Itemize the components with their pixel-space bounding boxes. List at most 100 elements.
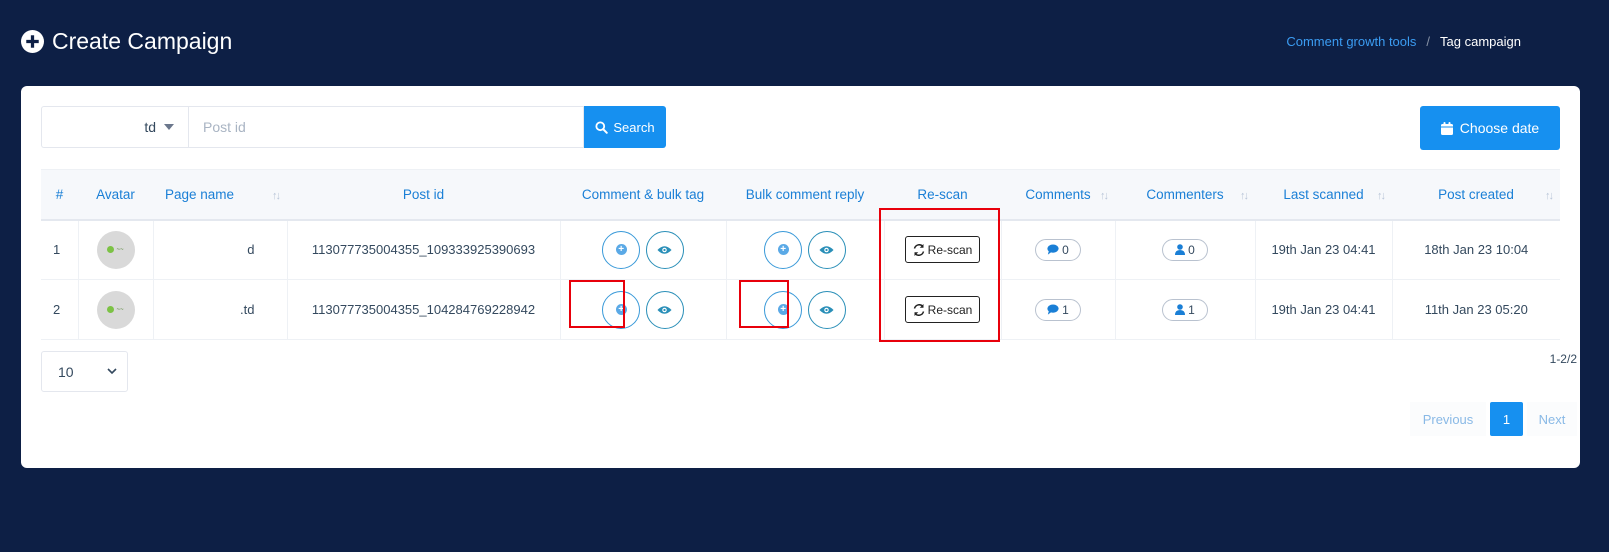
add-comment-reply-button[interactable]: + [764, 230, 803, 269]
plus-icon: + [777, 244, 789, 256]
comment-bulk-tag-cell: + [560, 219, 727, 280]
plus-icon: + [615, 304, 627, 315]
pagination-previous[interactable]: Previous [1410, 402, 1486, 436]
comments-cell: 1 [1001, 279, 1116, 340]
add-bulk-tag-button[interactable]: + [602, 230, 641, 269]
column-header-bulk-comment-reply: Bulk comment reply [726, 169, 884, 221]
range-info: 1-2/2 [1549, 352, 1577, 366]
bulk-comment-reply-cell: + [726, 279, 885, 340]
toolbar: td Search Choose date [41, 106, 1560, 150]
view-comment-reply-button[interactable] [807, 230, 846, 269]
sort-icon[interactable]: ↑↓ [1377, 190, 1386, 202]
search-button[interactable]: Search [584, 106, 666, 148]
page-name-cell: d [153, 219, 288, 280]
bulk-comment-reply-cell: + [726, 219, 885, 280]
user-icon [1175, 244, 1186, 256]
eye-icon [819, 246, 834, 254]
column-header-index: # [41, 169, 78, 221]
logo-dot-icon [107, 306, 115, 313]
avatar-cell: ~~ [78, 279, 154, 340]
post-id: 113077735004355_104284769228942 [287, 279, 561, 340]
view-bulk-tag-button[interactable] [645, 230, 684, 269]
breadcrumb-separator: / [1426, 34, 1431, 49]
commenters-cell: 1 [1115, 279, 1256, 340]
plus-icon: + [777, 304, 789, 315]
breadcrumb: Comment growth tools / Tag campaign [1286, 34, 1521, 49]
sort-icon[interactable]: ↑↓ [272, 190, 281, 202]
pagination-next[interactable]: Next [1527, 402, 1577, 436]
eye-icon [657, 246, 672, 254]
pagination: Previous 1 Next [1410, 402, 1577, 436]
page-header: Create Campaign Comment growth tools / T… [0, 0, 1609, 86]
table-row: 2 ~~ .td 113077735004355_104284769228942… [41, 279, 1560, 340]
avatar: ~~ [96, 290, 135, 329]
user-icon [1175, 304, 1186, 315]
rescan-cell: Re-scan [884, 219, 1002, 280]
comments-count-badge[interactable]: 1 [1035, 298, 1081, 321]
comments-count: 0 [1062, 242, 1069, 257]
eye-icon [657, 305, 672, 314]
post-created: 11th Jan 23 05:20 [1392, 279, 1560, 340]
chevron-down-icon [107, 368, 117, 375]
column-header-rescan: Re-scan [884, 169, 1001, 221]
logo-dot-icon [107, 246, 115, 254]
rescan-button[interactable]: Re-scan [905, 296, 980, 323]
pagination-page-1[interactable]: 1 [1490, 402, 1523, 436]
commenters-count-badge[interactable]: 1 [1162, 298, 1208, 321]
rescan-label: Re-scan [927, 242, 973, 257]
column-header-comments[interactable]: Comments ↑↓ [1001, 169, 1115, 221]
breadcrumb-link-comment-growth-tools[interactable]: Comment growth tools [1286, 34, 1416, 49]
plus-circle-icon [21, 30, 44, 53]
rescan-label: Re-scan [927, 302, 973, 317]
calendar-icon [1440, 121, 1453, 135]
comments-count-badge[interactable]: 0 [1035, 238, 1081, 261]
last-scanned: 19th Jan 23 04:41 [1255, 279, 1393, 340]
choose-date-label: Choose date [1459, 120, 1540, 136]
commenters-count: 1 [1188, 302, 1195, 317]
table-row: 1 ~~ d 113077735004355_109333925390693 +… [41, 219, 1560, 280]
column-header-page-name[interactable]: Page name ↑↓ [153, 169, 287, 221]
avatar: ~~ [96, 230, 135, 269]
column-header-last-scanned[interactable]: Last scanned ↑↓ [1255, 169, 1392, 221]
column-header-post-created[interactable]: Post created ↑↓ [1392, 169, 1560, 221]
campaign-card: td Search Choose date # Avatar Page name… [21, 86, 1580, 468]
comments-cell: 0 [1001, 219, 1116, 280]
avatar-cell: ~~ [78, 219, 154, 280]
sort-icon[interactable]: ↑↓ [1545, 190, 1554, 202]
page-name: d [247, 242, 255, 258]
refresh-icon [913, 243, 924, 256]
add-bulk-tag-button[interactable]: + [602, 290, 641, 329]
commenters-count-badge[interactable]: 0 [1162, 238, 1208, 261]
choose-date-button[interactable]: Choose date [1420, 106, 1560, 150]
row-index: 1 [41, 219, 79, 280]
column-header-comment-bulk-tag: Comment & bulk tag [560, 169, 726, 221]
table-header-row: # Avatar Page name ↑↓ Post id Comment & b… [41, 169, 1560, 221]
view-bulk-tag-button[interactable] [645, 290, 684, 329]
search-button-label: Search [613, 119, 655, 135]
page-name-cell: .td [153, 279, 288, 340]
add-comment-reply-button[interactable]: + [764, 290, 803, 329]
column-header-commenters[interactable]: Commenters ↑↓ [1115, 169, 1255, 221]
sort-icon[interactable]: ↑↓ [1100, 190, 1109, 202]
page-length-value: 10 [58, 363, 74, 380]
row-index: 2 [41, 279, 79, 340]
plus-icon: + [615, 244, 627, 256]
page-length-select[interactable]: 10 [41, 351, 128, 392]
comment-bulk-tag-cell: + [560, 279, 727, 340]
comments-count: 1 [1062, 302, 1069, 317]
view-comment-reply-button[interactable] [807, 290, 846, 329]
logo-mark: ~~ [116, 306, 124, 313]
sort-icon[interactable]: ↑↓ [1240, 190, 1249, 202]
post-id-input[interactable] [188, 106, 584, 148]
breadcrumb-current: Tag campaign [1440, 34, 1521, 49]
search-icon [595, 120, 609, 134]
column-header-avatar: Avatar [78, 169, 153, 221]
caret-down-icon [164, 124, 174, 130]
page-select[interactable]: td [41, 106, 188, 148]
last-scanned: 19th Jan 23 04:41 [1255, 219, 1393, 280]
page-select-value: td [144, 119, 156, 135]
commenters-cell: 0 [1115, 219, 1256, 280]
page-title-text: Create Campaign [52, 28, 233, 54]
rescan-button[interactable]: Re-scan [905, 236, 980, 264]
page-title: Create Campaign [21, 28, 232, 55]
